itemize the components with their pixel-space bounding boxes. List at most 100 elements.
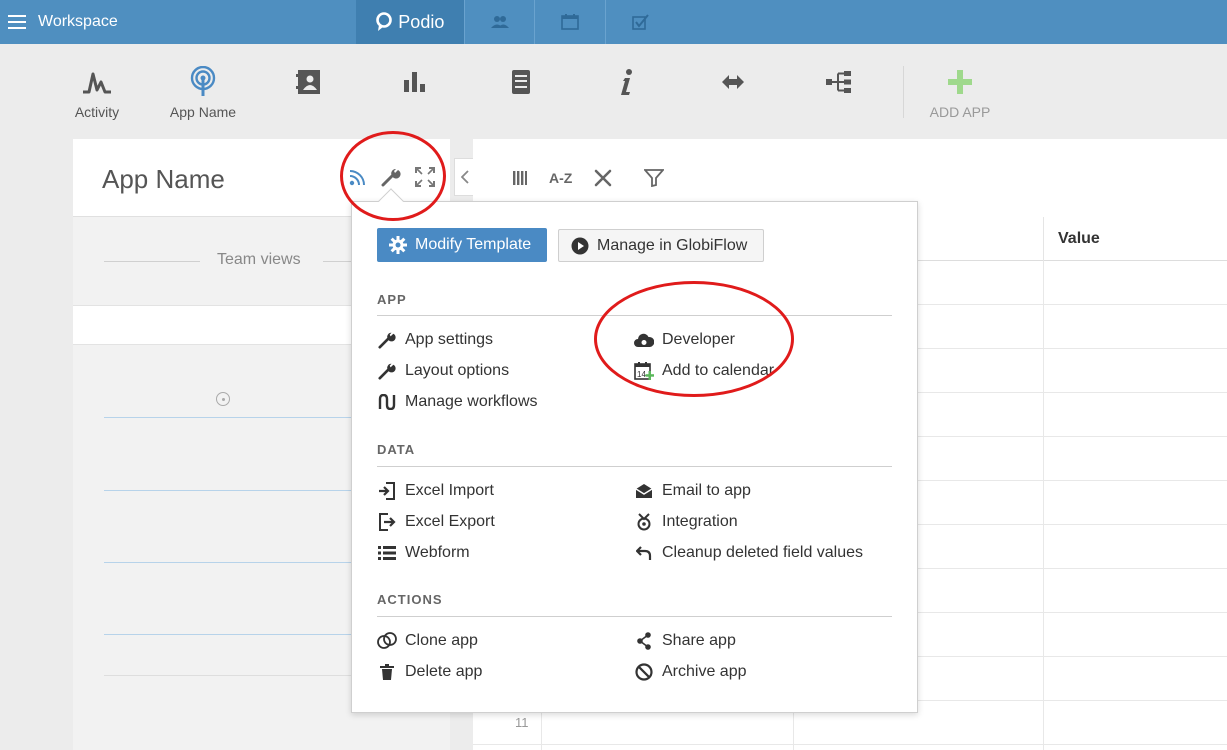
workflow-icon xyxy=(378,394,396,410)
address-book-icon xyxy=(296,70,320,94)
add-app-button[interactable]: ADD APP xyxy=(905,64,1015,120)
share-icon xyxy=(637,632,651,650)
cleanup-field-values-item[interactable]: Cleanup deleted field values xyxy=(634,540,863,566)
manage-workflows-item[interactable]: Manage workflows xyxy=(377,389,538,415)
tools-icon[interactable] xyxy=(594,169,612,187)
layout-options-item[interactable]: Layout options xyxy=(377,358,509,384)
trash-icon xyxy=(380,664,394,680)
section-divider xyxy=(377,466,892,467)
email-to-app-item[interactable]: Email to app xyxy=(634,478,751,504)
layout-options-label: Layout options xyxy=(405,362,510,379)
team-views-heading: Team views xyxy=(217,251,301,268)
share-app-label: Share app xyxy=(662,632,736,649)
file-cabinet-icon xyxy=(512,70,530,94)
webform-label: Webform xyxy=(405,544,470,561)
excel-export-item[interactable]: Excel Export xyxy=(377,509,495,535)
excel-import-item[interactable]: Excel Import xyxy=(377,478,494,504)
actions-section-heading: ACTIONS xyxy=(377,592,443,607)
excel-import-label: Excel Import xyxy=(405,482,494,499)
archive-app-item[interactable]: Archive app xyxy=(634,659,747,685)
hamburger-menu-icon[interactable] xyxy=(8,15,26,29)
webform-item[interactable]: Webform xyxy=(377,540,470,566)
top-tabs: Podio xyxy=(356,0,676,44)
activity-pulse-icon xyxy=(83,72,111,94)
archive-app-label: Archive app xyxy=(662,663,747,680)
app-name-nav[interactable]: App Name xyxy=(148,64,258,120)
row-number: 11 xyxy=(515,715,529,730)
value-column-header[interactable]: Value xyxy=(1058,230,1100,248)
filter-funnel-icon[interactable] xyxy=(644,169,665,187)
manage-in-globiflow-button[interactable]: Manage in GlobiFlow xyxy=(558,229,764,262)
plus-icon xyxy=(948,70,972,94)
wrench-icon xyxy=(378,332,396,349)
contacts-app-nav[interactable] xyxy=(254,64,364,100)
clone-circles-icon xyxy=(377,632,397,649)
integration-item[interactable]: Integration xyxy=(634,509,738,535)
manage-globiflow-label: Manage in GlobiFlow xyxy=(597,236,748,254)
activity-nav[interactable]: Activity xyxy=(42,64,152,120)
wrench-icon xyxy=(378,363,396,380)
bar-chart-icon xyxy=(404,72,425,92)
workspace-menu[interactable]: Workspace xyxy=(0,0,118,44)
modify-template-button[interactable]: Modify Template xyxy=(377,228,547,262)
add-app-label: ADD APP xyxy=(929,104,991,120)
manage-workflows-label: Manage workflows xyxy=(405,393,538,410)
tasks-checkbox-icon xyxy=(632,14,649,30)
share-app-item[interactable]: Share app xyxy=(634,628,736,654)
app-settings-dropdown: Modify Template Manage in GlobiFlow APP … xyxy=(351,201,918,713)
column-divider xyxy=(1043,261,1044,750)
page-title: App Name xyxy=(102,164,225,194)
app-section-heading: APP xyxy=(377,292,407,307)
delete-app-label: Delete app xyxy=(405,663,483,680)
info-app-nav[interactable] xyxy=(572,64,682,100)
app-name-label: App Name xyxy=(169,104,237,120)
exchange-arrows-icon xyxy=(722,75,744,89)
contacts-icon xyxy=(490,16,509,28)
radio-option[interactable] xyxy=(216,392,230,406)
reports-app-nav[interactable] xyxy=(360,64,470,100)
play-circle-icon xyxy=(571,237,589,254)
exchange-app-nav[interactable] xyxy=(678,64,788,100)
columns-icon[interactable] xyxy=(513,171,527,185)
export-icon xyxy=(379,513,396,531)
integration-icon xyxy=(637,513,651,531)
excel-export-label: Excel Export xyxy=(405,513,495,530)
ban-icon xyxy=(635,663,653,681)
calendar-icon xyxy=(561,14,580,30)
integration-label: Integration xyxy=(662,513,738,530)
table-toolbar: A-Z xyxy=(513,169,665,187)
podio-logo-icon xyxy=(376,12,393,31)
envelope-open-icon xyxy=(635,484,653,498)
chevron-left-icon xyxy=(460,170,469,184)
collapse-panel-button[interactable] xyxy=(454,158,474,196)
podio-home-link[interactable]: Podio xyxy=(356,0,464,44)
divider xyxy=(104,261,200,262)
clone-app-item[interactable]: Clone app xyxy=(377,628,478,654)
cleanup-label: Cleanup deleted field values xyxy=(662,544,864,561)
list-form-icon xyxy=(378,546,396,560)
workflow-app-nav[interactable] xyxy=(784,64,894,100)
info-icon xyxy=(621,69,632,95)
annotation-circle-developer xyxy=(594,281,794,397)
podio-brand-label: Podio xyxy=(398,11,445,32)
contacts-tab[interactable] xyxy=(463,0,535,44)
workspace-label: Workspace xyxy=(38,13,118,30)
sitemap-icon xyxy=(826,71,851,93)
gear-icon xyxy=(389,236,407,254)
delete-app-item[interactable]: Delete app xyxy=(377,659,482,685)
email-to-app-label: Email to app xyxy=(662,482,751,499)
section-divider xyxy=(377,616,892,617)
sort-az-icon[interactable]: A-Z xyxy=(549,170,572,186)
clone-app-label: Clone app xyxy=(405,632,478,649)
tasks-tab[interactable] xyxy=(605,0,676,44)
calendar-tab[interactable] xyxy=(534,0,605,44)
data-section-heading: DATA xyxy=(377,442,416,457)
undo-arrow-icon xyxy=(636,546,652,560)
app-settings-label: App settings xyxy=(405,331,494,348)
top-navigation-bar: Workspace Podio xyxy=(0,0,1227,44)
broadcast-app-icon xyxy=(190,66,216,96)
archive-app-nav[interactable] xyxy=(466,64,576,100)
modify-template-label: Modify Template xyxy=(415,236,532,253)
column-divider xyxy=(1043,217,1044,261)
app-settings-item[interactable]: App settings xyxy=(377,327,493,353)
